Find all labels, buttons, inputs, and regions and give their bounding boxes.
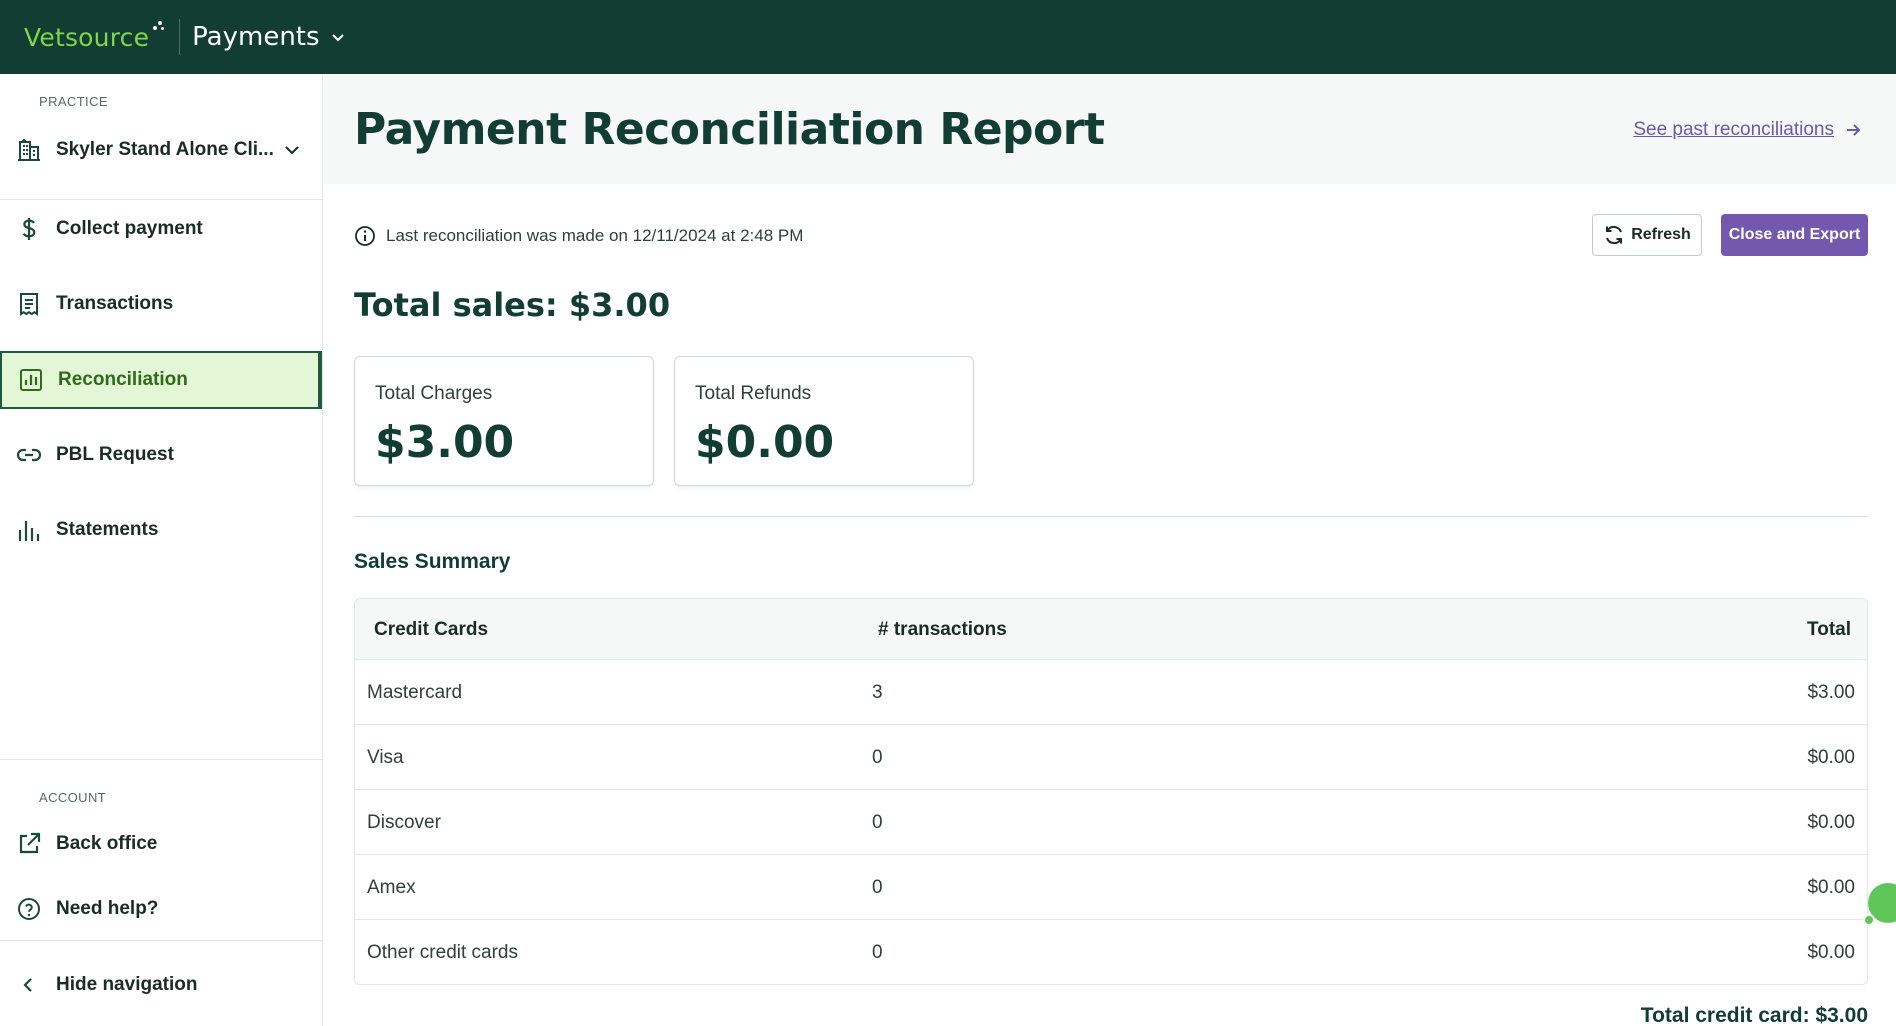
refresh-icon [1606,225,1623,245]
dollar-icon [16,216,42,242]
card-type-cell: Amex [367,877,416,898]
logo-dots-icon [151,19,165,33]
card-type-cell: Mastercard [367,682,463,703]
column-header-credit-cards: Credit Cards [374,619,489,640]
table-row: Other credit cards 0 $0.00 [355,919,1867,984]
chevron-down-icon [331,34,344,42]
refresh-label: Refresh [1631,226,1691,243]
practice-selector[interactable]: Skyler Stand Alone Cli... [0,124,322,176]
card-value: $0.00 [695,417,835,468]
sidebar-item-label: PBL Request [56,444,174,465]
total-credit-card: Total credit card: $3.00 [1640,1004,1868,1026]
column-header-transactions: # transactions [878,619,1007,640]
sidebar-item-label: Back office [56,833,158,854]
sidebar-item-transactions[interactable]: Transactions [0,275,322,333]
transactions-cell: 0 [872,942,883,963]
table-row: Amex 0 $0.00 [355,854,1867,919]
card-type-cell: Discover [367,812,441,833]
total-charges-card: Total Charges $3.00 [354,356,654,486]
question-circle-icon [16,896,42,922]
sidebar-item-label: Transactions [56,293,174,314]
total-cell: $0.00 [1807,942,1855,963]
see-past-reconciliations-link[interactable]: See past reconciliations [1633,119,1862,141]
account-section-label: ACCOUNT [39,790,107,805]
table-row: Discover 0 $0.00 [355,789,1867,854]
receipt-icon [16,291,42,317]
sidebar-item-pbl-request[interactable]: PBL Request [0,426,322,484]
page-title: Payment Reconciliation Report [354,104,1105,155]
card-value: $3.00 [375,417,515,468]
sales-summary-table: Credit Cards # transactions Total Master… [354,598,1868,985]
page-header: Payment Reconciliation Report See past r… [324,74,1896,184]
statements-chart-icon [16,517,42,543]
total-sales: Total sales: $3.00 [354,286,671,324]
app-switcher[interactable]: Payments [192,22,345,52]
sidebar-item-reconciliation[interactable]: Reconciliation [0,351,322,409]
sidebar: PRACTICE Skyler Stand Alone Cli... Colle… [0,74,323,1026]
card-type-cell: Visa [367,747,404,768]
sidebar-item-label: Reconciliation [58,369,188,390]
chevron-down-icon [285,146,299,155]
transactions-cell: 0 [872,877,883,898]
link-icon [16,442,42,468]
column-header-total: Total [1807,619,1851,640]
transactions-cell: 0 [872,747,883,768]
close-and-export-button[interactable]: Close and Export [1721,214,1868,256]
total-cell: $0.00 [1807,747,1855,768]
table-row: Mastercard 3 $3.00 [355,659,1867,724]
practice-section-label: PRACTICE [39,94,108,109]
last-reconciliation-info: Last reconciliation was made on 12/11/20… [354,225,803,247]
sidebar-divider [0,940,322,941]
card-label: Total Charges [375,383,493,404]
topbar-divider [179,19,181,55]
brand-name: Vetsource [24,22,150,52]
card-type-cell: Other credit cards [367,942,518,963]
arrow-right-icon [1847,124,1861,136]
practice-name: Skyler Stand Alone Cli... [56,139,274,160]
chevron-left-icon [16,972,42,998]
sales-summary-title: Sales Summary [354,550,511,573]
hide-navigation-button[interactable]: Hide navigation [0,956,322,1014]
transactions-cell: 0 [872,812,883,833]
bar-chart-icon [18,367,44,393]
building-icon [16,137,42,163]
info-circle-icon [355,226,375,246]
sidebar-item-label: Statements [56,519,159,540]
total-refunds-card: Total Refunds $0.00 [674,356,974,486]
vetsource-logo[interactable]: Vetsource [24,20,165,52]
top-bar: Vetsource Payments [0,0,1896,74]
sidebar-item-statements[interactable]: Statements [0,501,322,559]
sidebar-item-back-office[interactable]: Back office [0,815,322,873]
sidebar-item-need-help[interactable]: Need help? [0,880,322,938]
refresh-button[interactable]: Refresh [1592,214,1702,256]
total-cell: $0.00 [1807,877,1855,898]
hide-navigation-label: Hide navigation [56,974,198,995]
table-row: Visa 0 $0.00 [355,724,1867,789]
transactions-cell: 3 [872,682,883,703]
total-cell: $0.00 [1807,812,1855,833]
table-header: Credit Cards # transactions Total [355,599,1867,659]
card-label: Total Refunds [695,383,812,404]
past-link-label: See past reconciliations [1633,119,1834,140]
app-name: Payments [192,22,320,52]
sidebar-item-label: Collect payment [56,218,203,239]
total-cell: $3.00 [1807,682,1855,703]
last-reconciliation-text: Last reconciliation was made on 12/11/20… [386,226,804,245]
sidebar-divider [0,759,322,760]
chat-status-dot [1863,914,1875,926]
sidebar-item-collect-payment[interactable]: Collect payment [0,200,322,258]
external-link-icon [16,831,42,857]
sidebar-item-label: Need help? [56,898,159,919]
section-divider [354,516,1868,517]
